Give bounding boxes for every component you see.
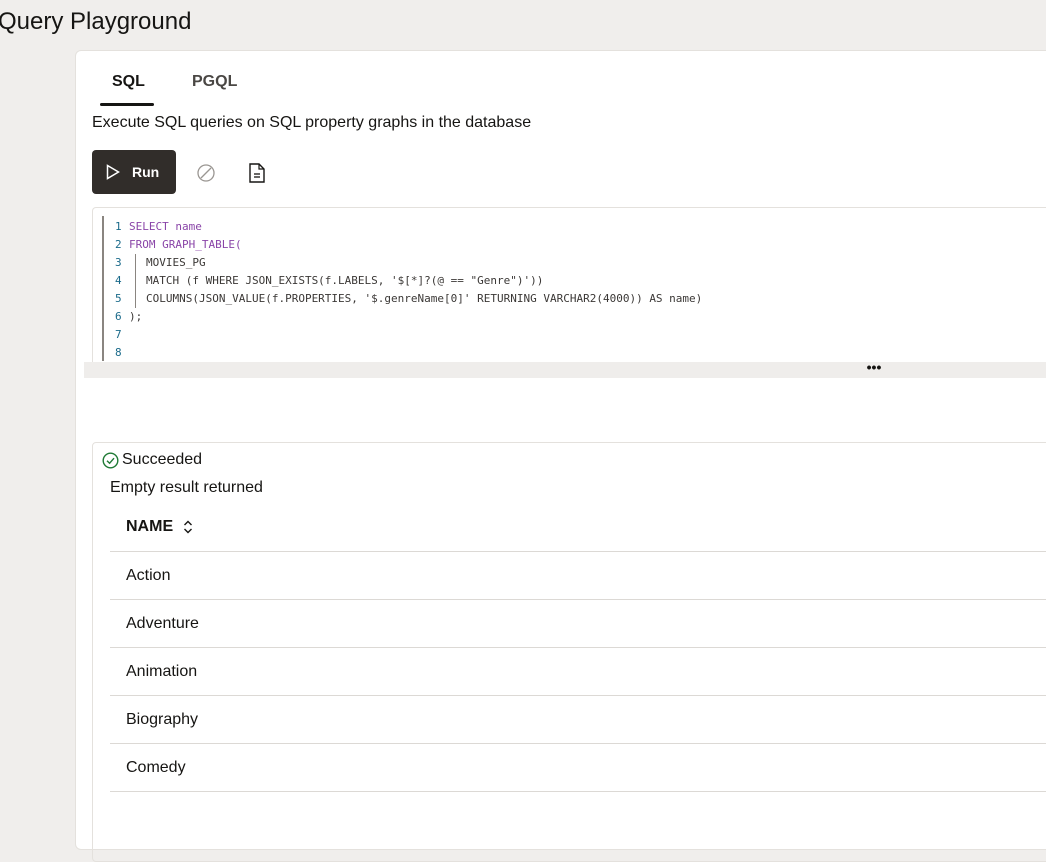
line-number: 7 bbox=[115, 326, 129, 344]
code-line: 8 bbox=[115, 344, 702, 362]
code-line: 4 MATCH (f WHERE JSON_EXISTS(f.LABELS, '$… bbox=[115, 272, 702, 290]
document-icon[interactable] bbox=[248, 163, 266, 183]
code-line: 3 MOVIES_PG bbox=[115, 254, 702, 272]
line-number: 1 bbox=[115, 218, 129, 236]
page-title: Query Playground bbox=[0, 8, 191, 36]
description: Execute SQL queries on SQL property grap… bbox=[92, 114, 531, 132]
code-text: MATCH (f WHERE JSON_EXISTS(f.LABELS, '$[… bbox=[135, 272, 543, 290]
run-label: Run bbox=[132, 164, 159, 180]
line-number: 4 bbox=[115, 272, 129, 290]
sql-editor[interactable]: 1SELECT name2FROM GRAPH_TABLE(3MOVIES_PG… bbox=[92, 207, 1046, 362]
resize-handle[interactable]: ••• bbox=[84, 362, 1046, 378]
code-line: 1SELECT name bbox=[115, 218, 702, 236]
table-row: Action bbox=[110, 552, 1046, 600]
active-tab-indicator bbox=[100, 103, 154, 106]
code-line: 7 bbox=[115, 326, 702, 344]
editor-left-border bbox=[102, 216, 104, 361]
table-row: Adventure bbox=[110, 600, 1046, 648]
code-text: ); bbox=[129, 310, 142, 323]
line-number: 8 bbox=[115, 344, 129, 362]
code-line: 6); bbox=[115, 308, 702, 326]
table-row: Biography bbox=[110, 696, 1046, 744]
code-text: MOVIES_PG bbox=[135, 254, 206, 272]
tab-pgql[interactable]: PGQL bbox=[192, 73, 237, 91]
play-icon bbox=[106, 164, 120, 180]
line-number: 5 bbox=[115, 290, 129, 308]
tab-sql[interactable]: SQL bbox=[112, 73, 145, 91]
query-card: SQL PGQL Execute SQL queries on SQL prop… bbox=[75, 50, 1046, 850]
column-label: NAME bbox=[126, 518, 173, 536]
status-text: Succeeded bbox=[122, 451, 202, 469]
line-number: 3 bbox=[115, 254, 129, 272]
column-header-name[interactable]: NAME bbox=[110, 503, 1046, 552]
run-button[interactable]: Run bbox=[92, 150, 176, 194]
line-number: 6 bbox=[115, 308, 129, 326]
results-panel: Succeeded Empty result returned NAME Act… bbox=[92, 442, 1046, 862]
results-table: NAME Action Adventure Animation Biograph… bbox=[110, 503, 1046, 792]
line-number: 2 bbox=[115, 236, 129, 254]
code-line: 5 COLUMNS(JSON_VALUE(f.PROPERTIES, '$.gen… bbox=[115, 290, 702, 308]
check-circle-icon bbox=[102, 452, 119, 469]
table-row: Comedy bbox=[110, 744, 1046, 792]
code-keyword: SELECT name bbox=[129, 220, 202, 233]
code-text: COLUMNS(JSON_VALUE(f.PROPERTIES, '$.genr… bbox=[135, 290, 702, 308]
code-line: 2FROM GRAPH_TABLE( bbox=[115, 236, 702, 254]
result-message: Empty result returned bbox=[110, 479, 263, 497]
status: Succeeded bbox=[102, 451, 202, 469]
cancel-icon[interactable] bbox=[196, 163, 216, 183]
code-keyword: FROM GRAPH_TABLE( bbox=[129, 238, 242, 251]
table-row: Animation bbox=[110, 648, 1046, 696]
sort-icon[interactable] bbox=[183, 520, 193, 534]
code-lines: 1SELECT name2FROM GRAPH_TABLE(3MOVIES_PG… bbox=[115, 218, 702, 362]
